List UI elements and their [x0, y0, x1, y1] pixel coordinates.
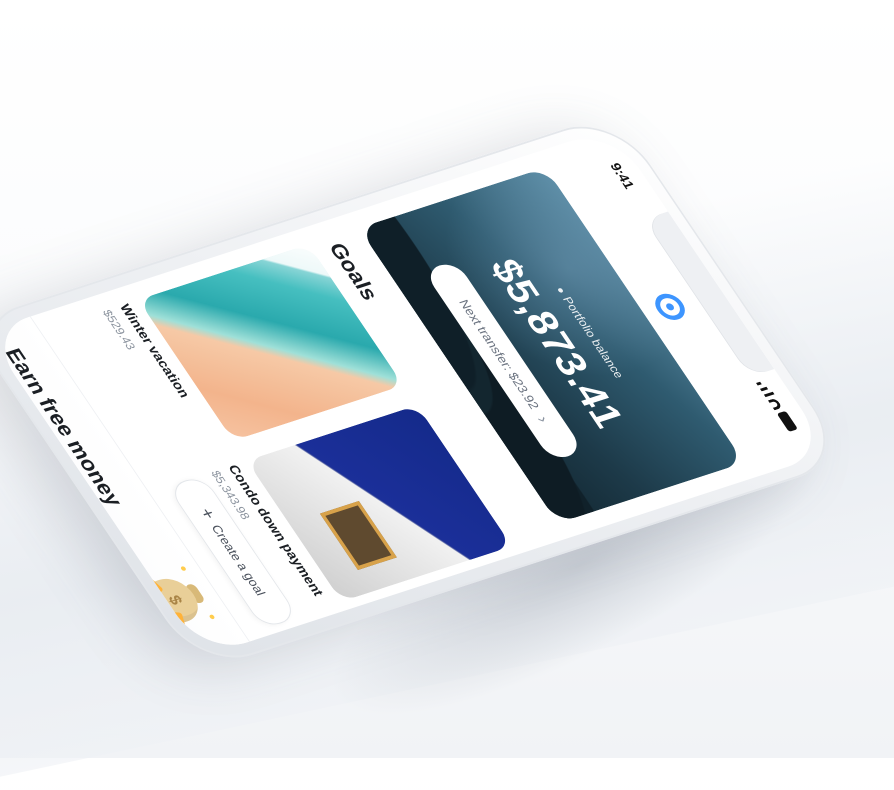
status-icons: [756, 379, 800, 432]
plus-icon: +: [195, 505, 220, 522]
app-logo-icon: [649, 290, 691, 324]
battery-icon: [776, 410, 798, 432]
sparkle-icon: [179, 565, 187, 572]
goal-card-condo-down-payment[interactable]: [246, 405, 513, 602]
wifi-icon: [767, 397, 783, 411]
sparkle-icon: [208, 614, 216, 620]
chevron-right-icon: ›: [533, 413, 554, 425]
bullet-dot-icon: [557, 287, 564, 294]
status-time: 9:41: [606, 161, 638, 191]
condo-window-image: [319, 500, 397, 570]
signal-icon: [763, 391, 775, 398]
signal-icon: [756, 381, 762, 386]
signal-icon: [759, 386, 769, 392]
create-goal-label: Create a goal: [208, 523, 269, 598]
